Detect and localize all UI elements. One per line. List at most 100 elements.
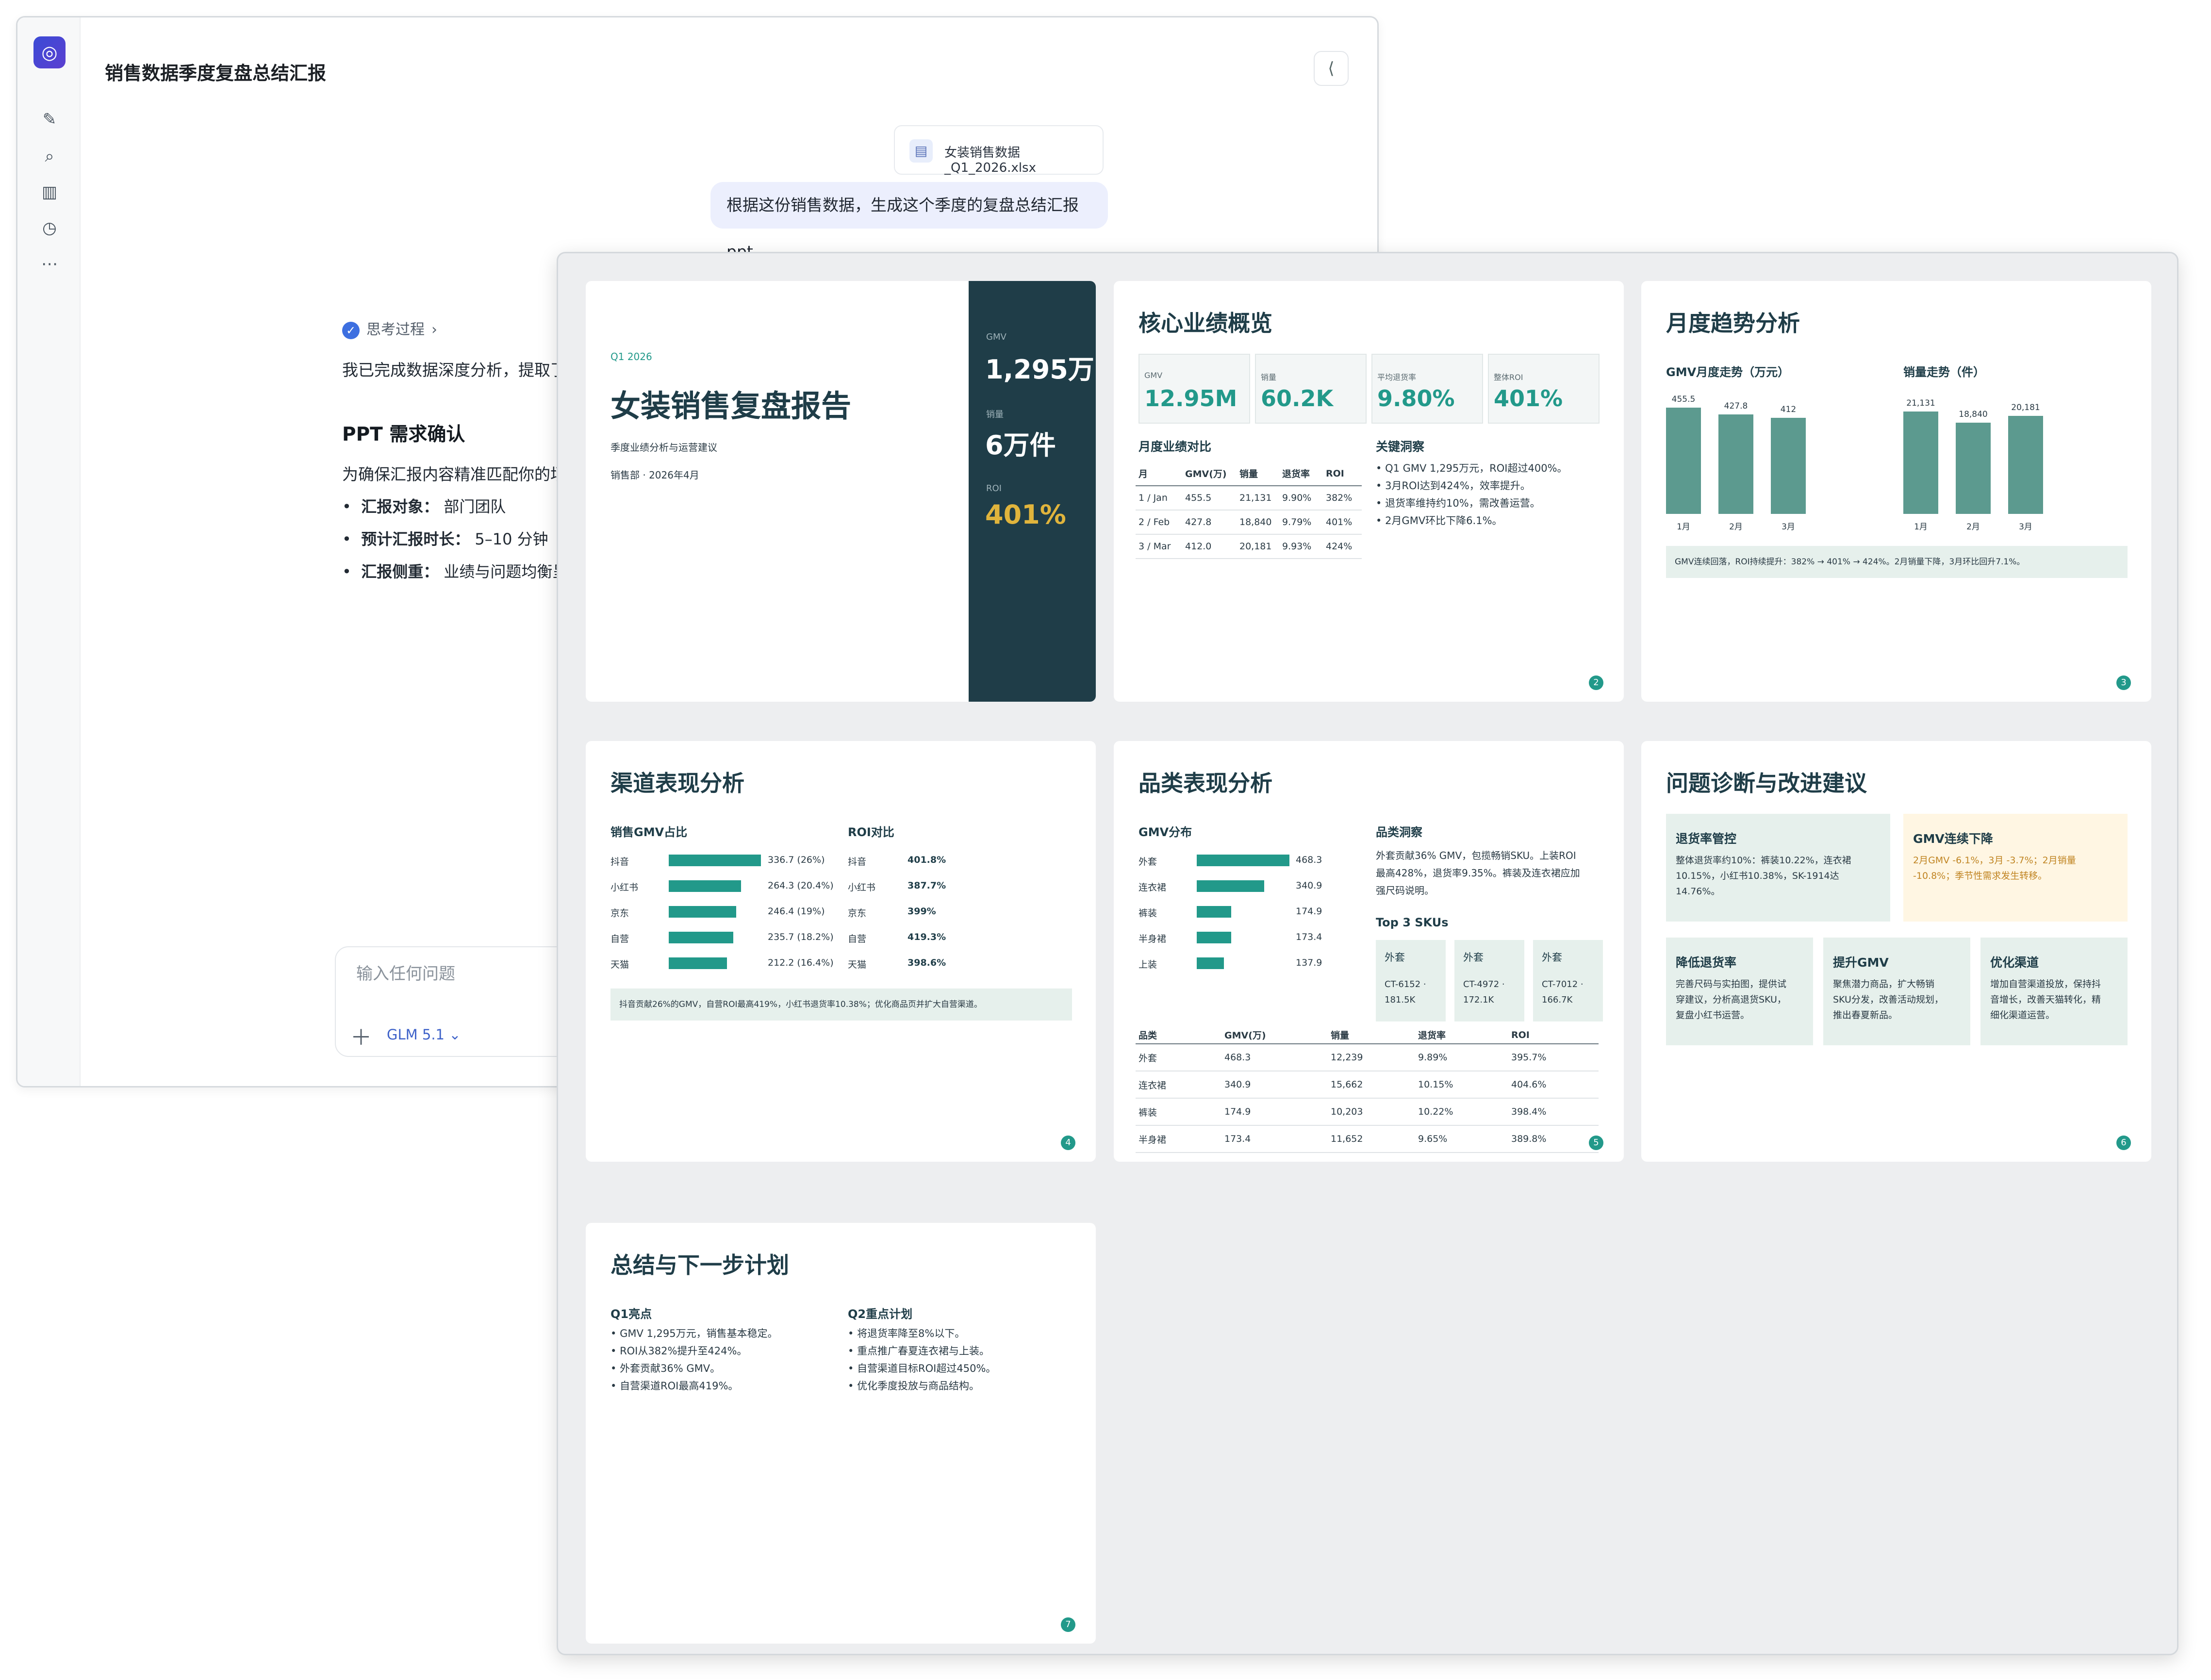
category-insight-text: 外套贡献36% GMV，包揽畅销SKU。上装ROI 最高428%，退货率9.35%… xyxy=(1376,850,1580,896)
bar-row: 上装 137.9 xyxy=(1138,955,1381,972)
data-label: 235.7 (18.2%) xyxy=(768,932,834,942)
thinking-toggle[interactable]: ✓ 思考过程 › xyxy=(342,317,437,339)
chart-bar xyxy=(669,906,737,918)
roi-value: 401.8% xyxy=(908,855,946,865)
plan-list: 将退货率降至8%以下。重点推广春夏连衣裙与上装。自营渠道目标ROI超过450%。… xyxy=(848,1325,996,1395)
slide-title: 问题诊断与改进建议 xyxy=(1666,770,1867,796)
chat-title: 销售数据季度复盘总结汇报 xyxy=(105,63,327,84)
category-table: 品类 GMV(万) 销量 退货率 ROI 外套 468.3 12,239 9.89% 395.7… xyxy=(1136,1026,1599,1162)
cover-kpi-value: 1,295万 xyxy=(985,354,1094,385)
chart-bar xyxy=(669,880,742,892)
add-attachment-icon[interactable]: ＋ xyxy=(350,1020,372,1051)
search-icon[interactable]: ⌕ xyxy=(38,145,61,168)
model-selector[interactable]: GLM 5.1 ⌄ xyxy=(387,1026,461,1043)
data-label: 246.4 (19%) xyxy=(768,906,825,917)
roi-channel-label: 抖音 xyxy=(848,856,867,867)
app-logo-icon[interactable]: ◎ xyxy=(33,36,66,68)
bar-row: 抖音 336.7 (26%) xyxy=(610,852,853,869)
chart-bar xyxy=(669,957,727,969)
table-row: 裤装 174.9 10,203 10.22% 398.4% xyxy=(1136,1098,1599,1126)
roi-channel-label: 京东 xyxy=(848,908,867,919)
cover-title: 女装销售复盘报告 xyxy=(610,388,852,424)
tick-label: 1月 xyxy=(1914,522,1928,532)
tick-label: 自营 xyxy=(610,934,629,944)
problem-card-return: 退货率管控 整体退货率约10%：裤装10.22%，连衣裙 10.15%，小红书10… xyxy=(1666,814,1890,922)
chevron-right-icon: › xyxy=(431,321,437,338)
chart-bar xyxy=(1197,957,1224,969)
table-row: 连衣裙 340.9 15,662 10.15% 404.6% xyxy=(1136,1071,1599,1099)
data-label: 468.3 xyxy=(1296,855,1322,865)
chart-bar xyxy=(669,932,734,943)
slide-summary[interactable]: 总结与下一步计划 Q1亮点 GMV 1,295万元，销售基本稳定。ROI从382… xyxy=(586,1223,1096,1644)
chart-bar xyxy=(2008,416,2043,514)
bullet-audience: • 汇报对象： 部门团队 xyxy=(342,497,506,516)
category-insight-title: 品类洞察 xyxy=(1376,825,1422,839)
slide-monthly-trend[interactable]: 月度趋势分析 GMV月度走势（万元） 销量走势（件） GMV连续回落，ROI持续… xyxy=(1641,281,2151,702)
document-icon: ▤ xyxy=(909,139,933,163)
page-number: 5 xyxy=(1589,1136,1603,1150)
trend-note: GMV连续回落，ROI持续提升：382% → 401% → 424%。2月销量下… xyxy=(1666,546,2128,578)
bullet-focus: • 汇报侧重： 业绩与问题均衡呈 xyxy=(342,562,568,581)
cover-meta: 销售部 · 2026年4月 xyxy=(610,469,699,481)
user-message: 根据这份销售数据，生成这个季度的复盘总结汇报 ppt xyxy=(710,182,1108,261)
tick-label: 2月 xyxy=(1729,522,1743,532)
tick-label: 3月 xyxy=(2019,522,2032,532)
page-number: 7 xyxy=(1061,1617,1075,1632)
cover-kpi-label: GMV xyxy=(986,332,1006,342)
ppt-preview-panel: Q1 2026 女装销售复盘报告 季度业绩分析与运营建议 销售部 · 2026年… xyxy=(557,252,2178,1655)
page-number: 4 xyxy=(1061,1136,1075,1150)
slide-title: 核心业绩概览 xyxy=(1138,310,1272,336)
sku-title: Top 3 SKUs xyxy=(1376,916,1449,929)
monthly-table-title: 月度业绩对比 xyxy=(1138,440,1212,454)
action-card: 优化渠道 增加自营渠道投放，保持抖 音增长，改善天猫转化，精 细化渠道运营。 xyxy=(1980,938,2128,1045)
slide-diagnosis[interactable]: 问题诊断与改进建议 退货率管控 整体退货率约10%：裤装10.22%，连衣裙 10… xyxy=(1641,741,2151,1162)
roi-value: 387.7% xyxy=(908,880,946,891)
channel-gmv-title: 销售GMV占比 xyxy=(610,825,688,839)
bar-row: 自营 235.7 (18.2%) xyxy=(610,929,853,946)
more-icon[interactable]: ⋯ xyxy=(38,252,61,276)
data-label: 264.3 (20.4%) xyxy=(768,880,834,891)
tick-label: 半身裙 xyxy=(1138,934,1167,944)
confirm-intro: 为确保汇报内容精准匹配你的场 xyxy=(342,465,566,484)
kpi-roi: 整体ROI 401% xyxy=(1488,354,1600,424)
tick-label: 1月 xyxy=(1677,522,1690,532)
highlights-list: GMV 1,295万元，销售基本稳定。ROI从382%提升至424%。外套贡献3… xyxy=(610,1325,778,1395)
chart-bar xyxy=(1197,880,1265,892)
history-icon[interactable]: ◷ xyxy=(38,216,61,240)
thinking-label: 思考过程 xyxy=(366,321,425,338)
insight-list: Q1 GMV 1,295万元，ROI超过400%。3月ROI达到424%，效率提… xyxy=(1376,460,1567,529)
tick-label: 外套 xyxy=(1138,856,1157,867)
cover-tag: Q1 2026 xyxy=(610,351,652,362)
category-dist-title: GMV分布 xyxy=(1138,825,1192,839)
kpi-sales: 销量 60.2K xyxy=(1255,354,1367,424)
new-chat-icon[interactable]: ✎ xyxy=(38,108,61,131)
page-number: 6 xyxy=(2116,1136,2131,1150)
sales-chart-title: 销量走势（件） xyxy=(1903,365,1985,379)
slide-overview[interactable]: 核心业绩概览 GMV 12.95M 销量 60.2K 平均退货率 9.80% 整体RO… xyxy=(1114,281,1624,702)
bar-row: 裤装 174.9 xyxy=(1138,903,1381,921)
chart-bar xyxy=(1718,414,1753,514)
cover-kpi-value: 401% xyxy=(985,499,1066,530)
library-icon[interactable]: ▥ xyxy=(38,181,61,204)
action-card: 降低退货率 完善尺码与实拍图，提供试 穿建议，分析高退货SKU， 复盘小红书运营。 xyxy=(1666,938,1813,1045)
chart-bar xyxy=(1197,855,1290,866)
data-label: 18,840 xyxy=(1959,409,1988,419)
slide-title: 渠道表现分析 xyxy=(610,770,744,796)
insight-title: 关键洞察 xyxy=(1376,440,1425,454)
sidebar: ◎ ✎ ⌕ ▥ ◷ ⋯ xyxy=(17,17,81,1086)
slide-cover[interactable]: Q1 2026 女装销售复盘报告 季度业绩分析与运营建议 销售部 · 2026年… xyxy=(586,281,1096,702)
chart-bar xyxy=(1197,906,1232,918)
bullet-duration: • 预计汇报时长： 5–10 分钟（ xyxy=(342,530,564,548)
cover-kpi-value: 6万件 xyxy=(985,430,1056,461)
roi-channel-label: 小红书 xyxy=(848,882,876,893)
share-button[interactable]: ⟨ xyxy=(1314,51,1349,86)
tick-label: 上装 xyxy=(1138,959,1157,970)
slide-channel[interactable]: 渠道表现分析 销售GMV占比 ROI对比 抖音贡献26%的GMV，自营ROI最高… xyxy=(586,741,1096,1162)
file-attachment[interactable]: ▤ 女装销售数据_Q1_2026.xlsx xyxy=(894,125,1104,175)
bar-row: 小红书 264.3 (20.4%) xyxy=(610,877,853,895)
slide-category[interactable]: 品类表现分析 GMV分布 品类洞察 外套贡献36% GMV，包揽畅销SKU。上装… xyxy=(1114,741,1624,1162)
roi-value: 419.3% xyxy=(908,932,946,942)
gmv-chart-title: GMV月度走势（万元） xyxy=(1666,365,1790,379)
bar-row: 外套 468.3 xyxy=(1138,852,1381,869)
tick-label: 2月 xyxy=(1966,522,1980,532)
